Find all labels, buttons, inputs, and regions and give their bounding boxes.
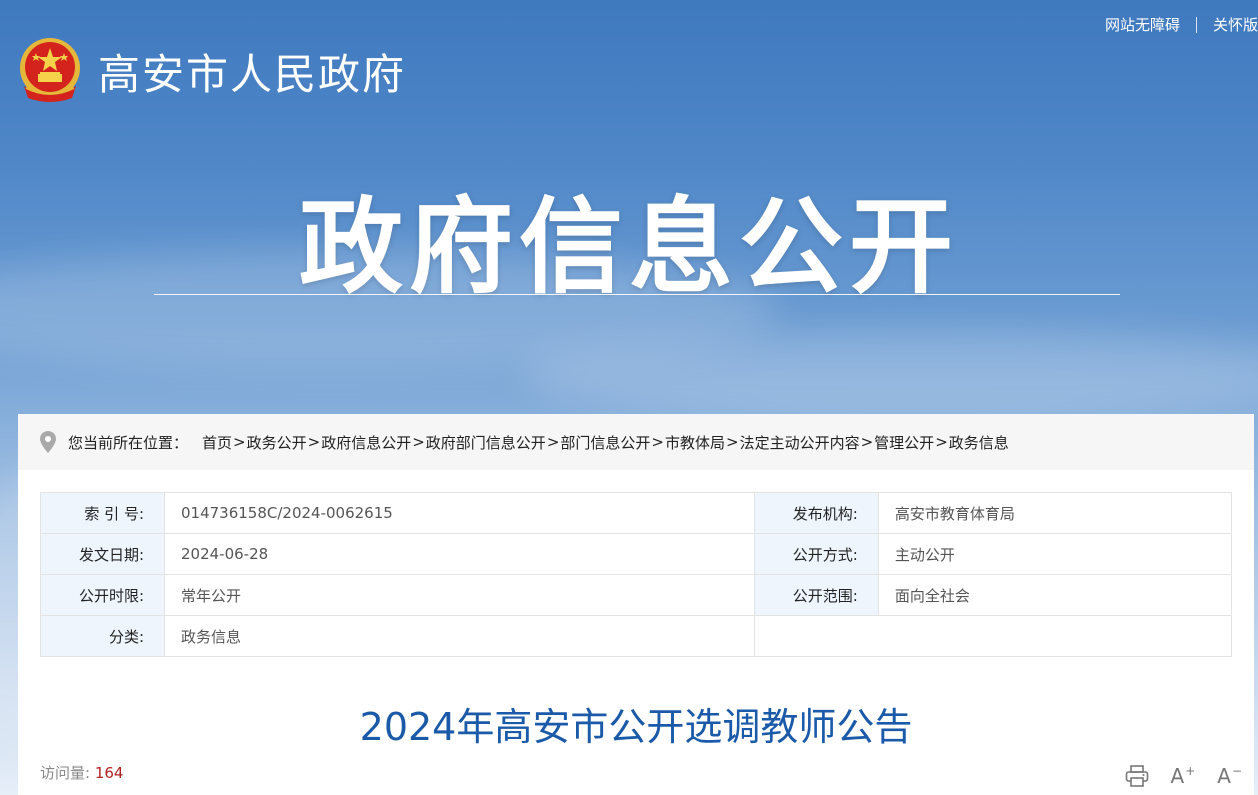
breadcrumb-separator: > bbox=[546, 433, 560, 451]
printer-icon bbox=[1125, 765, 1148, 787]
minus-icon: − bbox=[1231, 764, 1242, 778]
view-count: 访问量: 164 bbox=[40, 762, 123, 783]
plus-icon: + bbox=[1185, 764, 1196, 778]
font-decrease-button[interactable]: A − bbox=[1217, 764, 1242, 788]
accessibility-link[interactable]: 网站无障碍 bbox=[1105, 14, 1180, 35]
breadcrumb-item[interactable]: 管理公开 bbox=[874, 432, 934, 453]
site-logo[interactable]: 高安市人民政府 bbox=[16, 36, 406, 106]
document-info-table: 索 引 号: 014736158C/2024-0062615 发布机构: 高安市… bbox=[40, 492, 1233, 657]
disclosure-period-label: 公开时限: bbox=[40, 574, 165, 616]
publisher-value: 高安市教育体育局 bbox=[877, 492, 1233, 534]
publisher-label: 发布机构: bbox=[753, 492, 879, 534]
top-links-divider bbox=[1195, 16, 1197, 33]
disclosure-method-label: 公开方式: bbox=[753, 533, 879, 575]
issue-date-label: 发文日期: bbox=[40, 533, 165, 575]
breadcrumb-separator: > bbox=[412, 433, 425, 451]
site-name: 高安市人民政府 bbox=[98, 49, 407, 99]
index-number-value: 014736158C/2024-0062615 bbox=[164, 492, 755, 534]
disclosure-scope-value: 面向全社会 bbox=[877, 574, 1233, 616]
banner-title: 政府信息公开 bbox=[298, 186, 959, 308]
font-increase-button[interactable]: A + bbox=[1171, 764, 1196, 788]
font-decrease-letter: A bbox=[1217, 764, 1231, 788]
empty-cell bbox=[753, 615, 1233, 657]
article-tools: A + A − bbox=[1125, 764, 1242, 788]
location-pin-icon bbox=[40, 431, 56, 453]
main-content: 您当前所在位置： 首页 > 政务公开 > 政府信息公开 > 政府部门信息公开 > 部门信… bbox=[18, 414, 1254, 795]
article-title: 2024年高安市公开选调教师公告 bbox=[359, 705, 913, 749]
breadcrumb-item[interactable]: 政府部门信息公开 bbox=[426, 432, 546, 453]
breadcrumb-separator: > bbox=[935, 433, 948, 451]
page: 网站无障碍 关怀版 高安市人民政府 政府信息公开 您当前所在位置： 首页> 政 bbox=[0, 0, 1258, 795]
background-streak bbox=[520, 330, 1258, 420]
breadcrumb-label: 您当前所在位置： bbox=[68, 433, 189, 452]
breadcrumb-item[interactable]: 法定主动公开内容 bbox=[740, 432, 860, 453]
top-links: 网站无障碍 关怀版 bbox=[1105, 14, 1258, 35]
view-count-value: 164 bbox=[94, 764, 124, 782]
breadcrumb-separator: > bbox=[726, 433, 739, 451]
disclosure-period-value: 常年公开 bbox=[164, 574, 755, 616]
table-row: 索 引 号: 014736158C/2024-0062615 发布机构: 高安市… bbox=[40, 492, 1233, 534]
category-value: 政务信息 bbox=[164, 615, 755, 657]
breadcrumb-separator: > bbox=[860, 433, 874, 451]
table-row: 公开时限: 常年公开 公开范围: 面向全社会 bbox=[40, 574, 1233, 616]
breadcrumb-item[interactable]: 首页 bbox=[202, 432, 232, 453]
breadcrumb-item[interactable]: 政务信息 bbox=[949, 432, 1009, 453]
banner-underline bbox=[154, 294, 1120, 295]
breadcrumb-separator: > bbox=[233, 433, 246, 451]
table-row: 发文日期: 2024-06-28 公开方式: 主动公开 bbox=[40, 533, 1233, 575]
font-increase-letter: A bbox=[1170, 764, 1185, 788]
issue-date-value: 2024-06-28 bbox=[164, 533, 755, 575]
breadcrumb-item[interactable]: 部门信息公开 bbox=[560, 432, 650, 453]
elder-mode-link[interactable]: 关怀版 bbox=[1213, 14, 1258, 35]
index-number-label: 索 引 号: bbox=[40, 492, 165, 534]
disclosure-scope-label: 公开范围: bbox=[753, 574, 879, 616]
breadcrumb: 您当前所在位置： 首页 > 政务公开 > 政府信息公开 > 政府部门信息公开 > 部门信… bbox=[18, 414, 1254, 470]
category-label: 分类: bbox=[40, 615, 165, 657]
national-emblem-icon bbox=[20, 38, 80, 102]
disclosure-method-value: 主动公开 bbox=[877, 533, 1233, 575]
print-button[interactable] bbox=[1125, 765, 1149, 787]
breadcrumb-separator: > bbox=[307, 433, 321, 451]
breadcrumb-item[interactable]: 政府信息公开 bbox=[321, 432, 411, 453]
view-count-label: 访问量: bbox=[40, 764, 91, 782]
table-row: 分类: 政务信息 bbox=[40, 615, 1233, 657]
breadcrumb-item[interactable]: 市教体局 bbox=[665, 432, 725, 453]
breadcrumb-item[interactable]: 政务公开 bbox=[247, 432, 307, 453]
breadcrumb-separator: > bbox=[651, 433, 664, 451]
